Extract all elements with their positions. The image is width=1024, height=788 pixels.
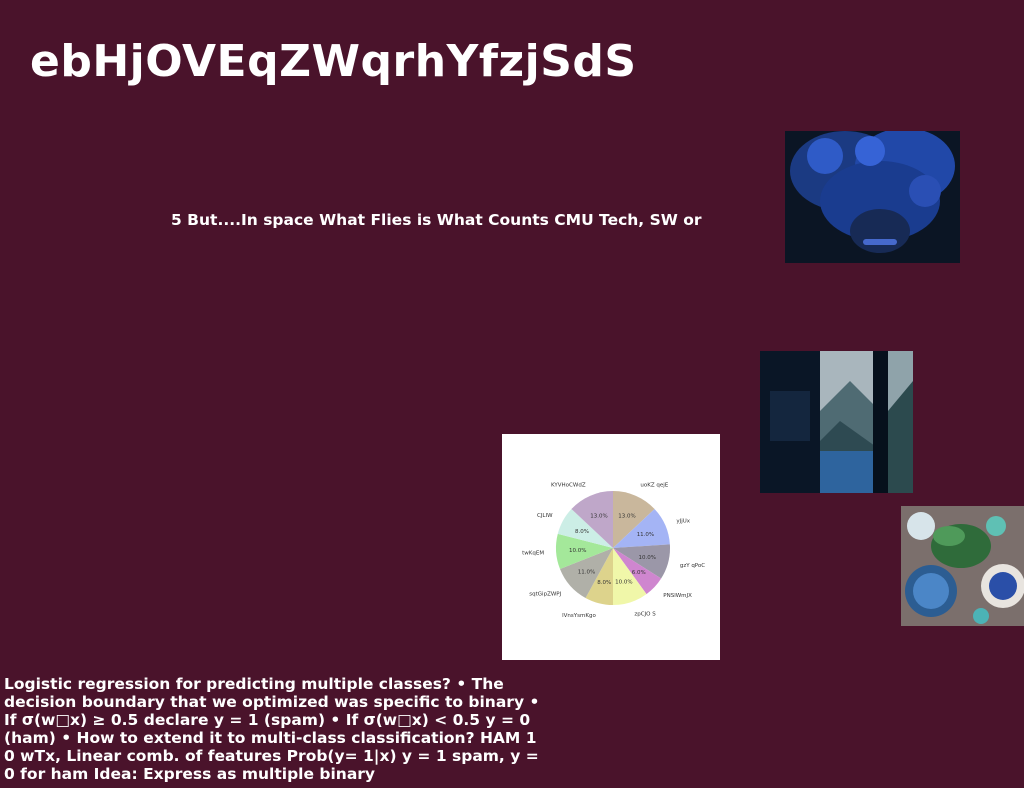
pie-category-label: zpCJO S xyxy=(634,612,656,618)
pie-percent-label: 10.0% xyxy=(638,555,655,561)
pie-percent-label: 10.0% xyxy=(569,548,586,554)
photo-herbs-and-bowls xyxy=(901,506,1024,626)
pie-category-label: gzY qPoC xyxy=(680,563,705,569)
pie-percent-label: 8.0% xyxy=(575,529,589,535)
pie-percent-label: 13.0% xyxy=(590,514,607,520)
pie-category-label: twKqEM xyxy=(522,550,544,556)
pie-category-label: PNSlWmJX xyxy=(663,593,692,599)
pie-percent-label: 13.0% xyxy=(618,514,635,520)
photo-window-mountain-view xyxy=(760,351,913,493)
pie-percent-label: 8.0% xyxy=(597,580,611,586)
pie-category-label: CJLIW xyxy=(537,513,553,519)
photo-blue-hair-portrait xyxy=(785,131,960,263)
pie-category-label: uoKZ qejE xyxy=(640,483,668,489)
pie-percent-label: 10.0% xyxy=(615,580,632,586)
slide-body-text: Logistic regression for predicting multi… xyxy=(4,675,540,783)
pie-percent-label: 6.0% xyxy=(632,570,646,576)
slide-title: ebHjOVEqZWqrhYfzjSdS xyxy=(30,36,637,87)
pie-category-label: lVnsYsmKgo xyxy=(562,613,596,619)
slide-subtitle: 5 But....In space What Flies is What Cou… xyxy=(171,211,702,229)
pie-chart: 13.0% uoKZ qejE 11.0% yJjUx 10.0% gzY qPoC 6.0… xyxy=(502,434,720,660)
pie-category-label: KYVHoCWdZ xyxy=(551,483,586,489)
pie-percent-label: 11.0% xyxy=(637,532,654,538)
pie-category-label: sqtGipZWPJ xyxy=(529,592,561,598)
pie-percent-label: 11.0% xyxy=(578,569,595,575)
pie-category-label: yJjUx xyxy=(676,519,690,525)
